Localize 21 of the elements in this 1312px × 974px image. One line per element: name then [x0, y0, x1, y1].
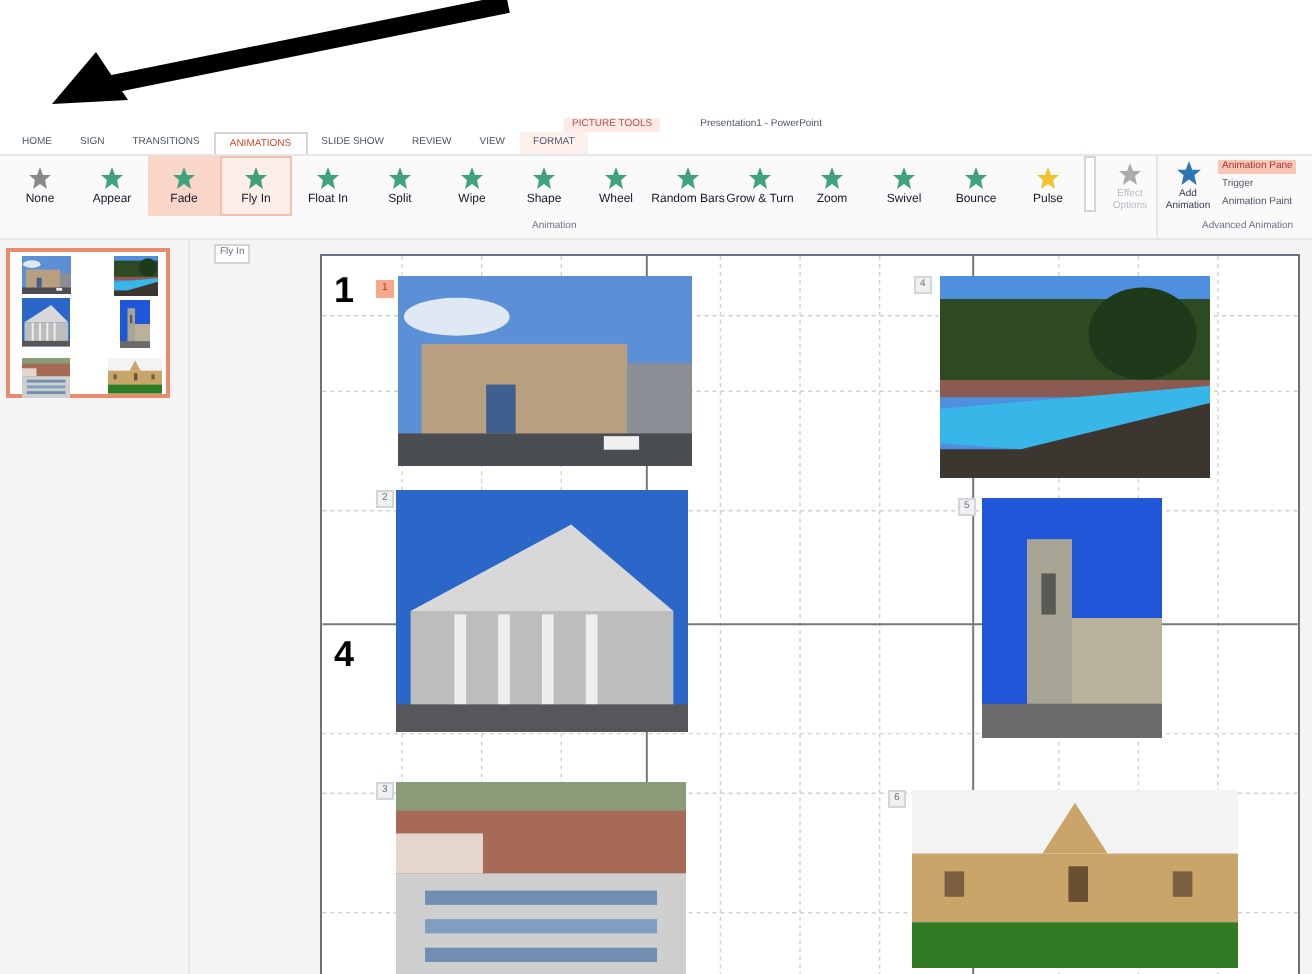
star-icon — [100, 165, 124, 189]
star-icon — [748, 165, 772, 189]
gallery-scrollbar[interactable] — [1084, 156, 1096, 212]
slide-number-text: 1 — [334, 272, 355, 308]
star-icon — [244, 165, 268, 189]
star-icon — [604, 165, 628, 189]
star-icon — [28, 165, 52, 189]
star-icon — [172, 165, 196, 189]
star-icon — [460, 165, 484, 189]
star-icon — [820, 165, 844, 189]
slide-thumbnail[interactable] — [6, 248, 170, 398]
star-icon — [892, 165, 916, 189]
star-icon — [1175, 160, 1201, 186]
star-icon — [532, 165, 556, 189]
star-icon — [1036, 165, 1060, 189]
star-icon — [676, 165, 700, 189]
star-icon — [964, 165, 988, 189]
slide-number-text: 4 — [334, 636, 355, 672]
star-icon — [1118, 161, 1142, 185]
star-icon — [388, 165, 412, 189]
star-icon — [316, 165, 340, 189]
